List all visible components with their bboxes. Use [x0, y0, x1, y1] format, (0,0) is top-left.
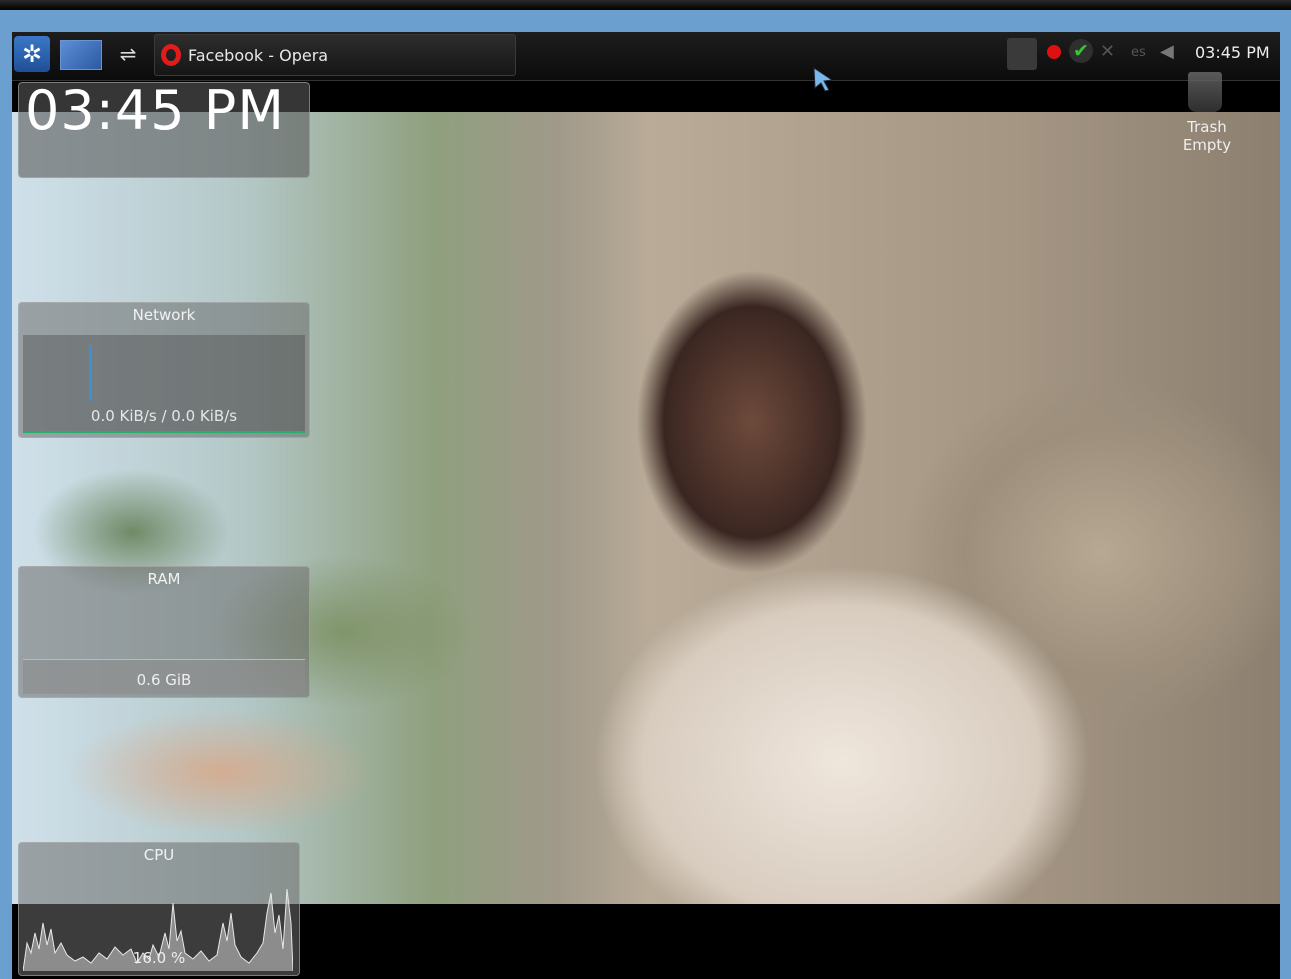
trash-label: Trash: [1187, 118, 1227, 136]
opera-icon: [161, 44, 181, 66]
network-disconnected-icon[interactable]: ✕: [1100, 41, 1115, 62]
top-panel: ✲ ⇌ Facebook - Opera ✔ ✕ es ◀ 03:45 PM: [12, 32, 1280, 81]
keyboard-layout-indicator[interactable]: es: [1131, 45, 1146, 60]
clock-widget-time: 03:45 PM: [25, 79, 285, 142]
panel-clock[interactable]: 03:45 PM: [1195, 43, 1270, 62]
trash-icon: [1188, 72, 1222, 112]
ram-widget-title: RAM: [147, 570, 181, 588]
desktop-screen: ✲ ⇌ Facebook - Opera ✔ ✕ es ◀ 03:45 PM 0…: [12, 32, 1280, 979]
clock-widget[interactable]: 03:45 PM: [18, 79, 310, 178]
trash-desktop-item[interactable]: Trash Empty: [1172, 68, 1242, 168]
ram-widget-value: 0.6 GiB: [136, 671, 192, 689]
cpu-widget-title: CPU: [143, 846, 175, 864]
network-widget-title: Network: [132, 306, 196, 324]
kde-launcher-icon[interactable]: ✲: [14, 36, 50, 72]
outer-top-bar: [0, 0, 1291, 10]
usb-icon[interactable]: ⇌: [108, 40, 148, 68]
show-desktop-icon[interactable]: [60, 40, 102, 70]
mouse-cursor-icon: [813, 67, 834, 92]
cpu-widget-value: 16.0 %: [132, 949, 186, 967]
ram-monitor-widget[interactable]: RAM 0.6 GiB: [18, 566, 310, 698]
network-graph-baseline: [23, 431, 305, 433]
network-widget-value: 0.0 KiB/s / 0.0 KiB/s: [90, 407, 238, 425]
taskbar-button-opera[interactable]: Facebook - Opera: [154, 34, 516, 76]
network-monitor-widget[interactable]: Network 0.0 KiB/s / 0.0 KiB/s: [18, 302, 310, 438]
taskbar-button-label: Facebook - Opera: [188, 46, 329, 65]
cpu-monitor-widget[interactable]: CPU 16.0 %: [18, 842, 300, 976]
check-icon[interactable]: ✔: [1069, 39, 1093, 63]
record-icon[interactable]: [1047, 45, 1061, 59]
trash-status: Empty: [1182, 136, 1232, 154]
tray-empty-slot: [1007, 38, 1037, 70]
speaker-icon[interactable]: ◀: [1160, 41, 1174, 62]
network-graph-spike: [89, 345, 92, 401]
